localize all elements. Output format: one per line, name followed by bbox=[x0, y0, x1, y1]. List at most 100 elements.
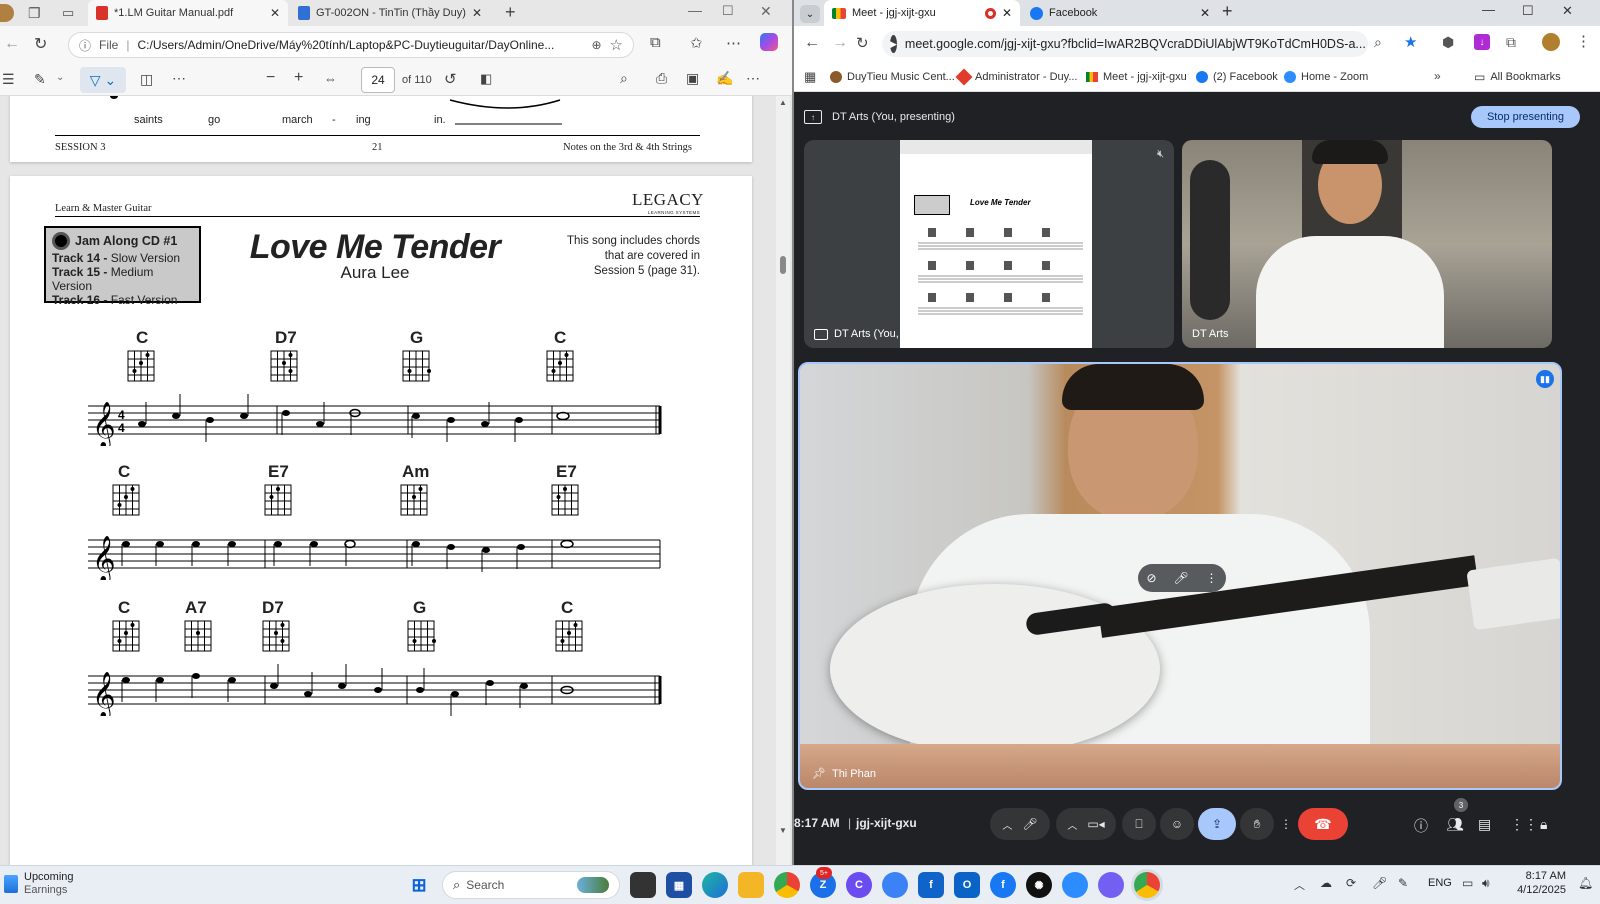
chrome-icon[interactable] bbox=[774, 872, 800, 898]
new-tab-icon[interactable]: + bbox=[1222, 1, 1233, 22]
chevron-up-icon[interactable]: ︿ bbox=[1067, 817, 1077, 832]
highlight-icon[interactable]: ✎ bbox=[34, 71, 46, 88]
tab-search-icon[interactable]: ⌄ bbox=[800, 5, 820, 23]
captions-button[interactable]: ⎕ bbox=[1122, 808, 1156, 840]
apps-grid-icon[interactable]: ▦ bbox=[804, 69, 816, 85]
main-video-tile[interactable]: ⊘ 🎤︎ ⋮ ▮▮ 📌︎ Thi Phan bbox=[798, 362, 1562, 790]
favorites-icon[interactable]: ✩ bbox=[690, 34, 703, 52]
refresh-icon[interactable]: ↻ bbox=[856, 34, 869, 52]
zoom-in-icon[interactable]: + bbox=[294, 69, 303, 87]
windows-start-icon[interactable]: ⊞ bbox=[406, 872, 432, 898]
store-icon[interactable]: ▦ bbox=[666, 872, 692, 898]
edge-icon[interactable] bbox=[702, 872, 728, 898]
close-icon[interactable]: ✕ bbox=[1002, 6, 1012, 20]
window-close-icon[interactable]: ✕ bbox=[760, 3, 772, 20]
sync-icon[interactable]: ⟳ bbox=[1346, 876, 1356, 890]
f-app-icon[interactable]: f bbox=[918, 872, 944, 898]
mic-icon[interactable]: 🎤︎ bbox=[1173, 571, 1188, 585]
print-icon[interactable]: ⎙ bbox=[656, 70, 667, 87]
raise-hand-button[interactable]: ✋︎ bbox=[1240, 808, 1274, 840]
scroll-thumb[interactable] bbox=[780, 256, 786, 274]
forward-icon[interactable]: → bbox=[832, 34, 848, 52]
minimize-icon[interactable]: — bbox=[688, 2, 702, 18]
bookmark-star-icon[interactable]: ★ bbox=[1404, 33, 1417, 51]
zoom-icon[interactable]: ⊕ bbox=[591, 38, 601, 52]
canva-icon[interactable]: C bbox=[846, 872, 872, 898]
leave-call-button[interactable]: ☎ bbox=[1298, 808, 1348, 840]
more-options-icon[interactable]: ⋮ bbox=[1206, 571, 1218, 585]
settings-more-icon[interactable]: ⋯ bbox=[746, 70, 760, 87]
close-icon[interactable]: ✕ bbox=[270, 6, 280, 20]
chrome-active-icon[interactable] bbox=[1134, 872, 1160, 898]
facebook-icon[interactable]: f bbox=[990, 872, 1016, 898]
fit-page-icon[interactable]: ⇔ bbox=[324, 71, 337, 86]
weather-widget[interactable]: Upcoming Earnings bbox=[4, 871, 74, 897]
more-icon[interactable]: ⋯ bbox=[726, 34, 741, 52]
bookmark-item[interactable]: DuyTieu Music Cent... bbox=[830, 62, 955, 92]
scroll-up-icon[interactable]: ▲ bbox=[779, 98, 787, 107]
chevron-up-icon[interactable]: ︿ bbox=[1002, 817, 1012, 832]
host-controls-icon[interactable]: 🔒︎ bbox=[1540, 816, 1547, 833]
rotate-icon[interactable]: ↺ bbox=[444, 70, 457, 88]
page-view-icon[interactable]: ◫ bbox=[140, 71, 153, 88]
maximize-icon[interactable]: ☐ bbox=[722, 3, 734, 19]
language-indicator[interactable]: ENG bbox=[1428, 877, 1452, 889]
camera-permission-icon[interactable]: ▶ bbox=[890, 35, 897, 53]
save-icon[interactable]: ▣ bbox=[686, 70, 699, 87]
copilot-icon[interactable] bbox=[760, 33, 778, 51]
extension-icon[interactable]: ⬢ bbox=[1442, 34, 1454, 51]
shield-icon[interactable] bbox=[882, 872, 908, 898]
tab-actions-icon[interactable]: ▭ bbox=[62, 5, 74, 21]
notifications-icon[interactable]: 🔔︎ bbox=[1578, 876, 1593, 890]
workspaces-icon[interactable]: ❐ bbox=[28, 5, 41, 22]
profile-avatar-icon[interactable] bbox=[1542, 33, 1560, 51]
new-tab-icon[interactable]: + bbox=[505, 2, 516, 23]
volume-icon[interactable]: 🔊︎ bbox=[1482, 876, 1490, 891]
back-icon[interactable]: ← bbox=[4, 35, 20, 53]
minimize-icon[interactable]: — bbox=[1482, 2, 1495, 17]
zoom-icon[interactable]: ⌕ bbox=[1374, 34, 1382, 51]
vertical-scrollbar[interactable]: ▲ ▼ bbox=[776, 96, 790, 865]
tab-doc[interactable]: GT-002ON - TinTin (Thầy Duy) - C ✕ bbox=[290, 0, 490, 26]
tab-facebook[interactable]: Facebook ✕ bbox=[1022, 0, 1218, 26]
back-icon[interactable]: ← bbox=[804, 34, 820, 52]
pin-off-icon[interactable]: ⊘ bbox=[1146, 571, 1156, 585]
bookmark-item[interactable]: Administrator - Duy... bbox=[955, 62, 1078, 92]
file-explorer-icon[interactable] bbox=[738, 872, 764, 898]
profile-icon[interactable] bbox=[0, 4, 14, 22]
bookmark-item[interactable]: Home - Zoom bbox=[1284, 62, 1368, 92]
host-video-tile[interactable]: DT Arts bbox=[1182, 140, 1552, 348]
present-button[interactable]: ⇪ bbox=[1198, 808, 1236, 840]
chat-icon[interactable]: ▤ bbox=[1478, 816, 1491, 833]
zoom-icon[interactable] bbox=[1062, 872, 1088, 898]
stop-presenting-button[interactable]: Stop presenting bbox=[1470, 106, 1580, 128]
taskbar-search[interactable]: ⌕ Search bbox=[442, 871, 620, 899]
mic-button[interactable]: ︿ 🎤︎ bbox=[990, 808, 1050, 840]
pin-icon[interactable]: 📌︎ bbox=[812, 767, 826, 780]
close-icon[interactable]: ✕ bbox=[1200, 6, 1210, 20]
outlook-icon[interactable]: O bbox=[954, 872, 980, 898]
network-icon[interactable]: ▭ bbox=[1462, 876, 1473, 890]
meeting-info-icon[interactable]: ⓘ bbox=[1414, 816, 1428, 836]
tray-chevron-icon[interactable]: ︿ bbox=[1294, 877, 1305, 893]
chevron-down-icon[interactable]: ⌄ bbox=[56, 72, 64, 83]
more-bookmarks-icon[interactable]: » bbox=[1434, 69, 1441, 83]
download-icon[interactable]: ↓ bbox=[1474, 34, 1490, 50]
all-bookmarks[interactable]: ▭ All Bookmarks bbox=[1474, 62, 1561, 92]
refresh-icon[interactable]: ↻ bbox=[34, 34, 47, 54]
close-icon[interactable]: ✕ bbox=[472, 6, 482, 20]
scroll-down-icon[interactable]: ▼ bbox=[779, 826, 787, 835]
save-as-icon[interactable]: ✍ bbox=[716, 70, 733, 87]
more-options-button[interactable]: ⋮ bbox=[1278, 808, 1294, 840]
extensions-puzzle-icon[interactable]: ⧉ bbox=[1506, 34, 1516, 51]
favorite-star-icon[interactable]: ☆ bbox=[610, 36, 623, 54]
bookmark-item[interactable]: Meet - jgj-xijt-gxu bbox=[1086, 62, 1187, 92]
chatgpt-icon[interactable]: ✺ bbox=[1026, 872, 1052, 898]
two-page-icon[interactable]: ◧ bbox=[480, 71, 492, 87]
window-close-icon[interactable]: ✕ bbox=[1562, 3, 1573, 19]
chrome-menu-icon[interactable]: ⋮ bbox=[1576, 32, 1591, 50]
presentation-tile[interactable]: Love Me Tender 🔇︎ DT Arts (You, presenta… bbox=[804, 140, 1174, 348]
url-field[interactable]: ⓘ File | C:/Users/Admin/OneDrive/Máy%20t… bbox=[68, 32, 634, 58]
emoji-button[interactable]: ☺ bbox=[1160, 808, 1194, 840]
extensions-icon[interactable]: ⧉ bbox=[650, 34, 661, 51]
